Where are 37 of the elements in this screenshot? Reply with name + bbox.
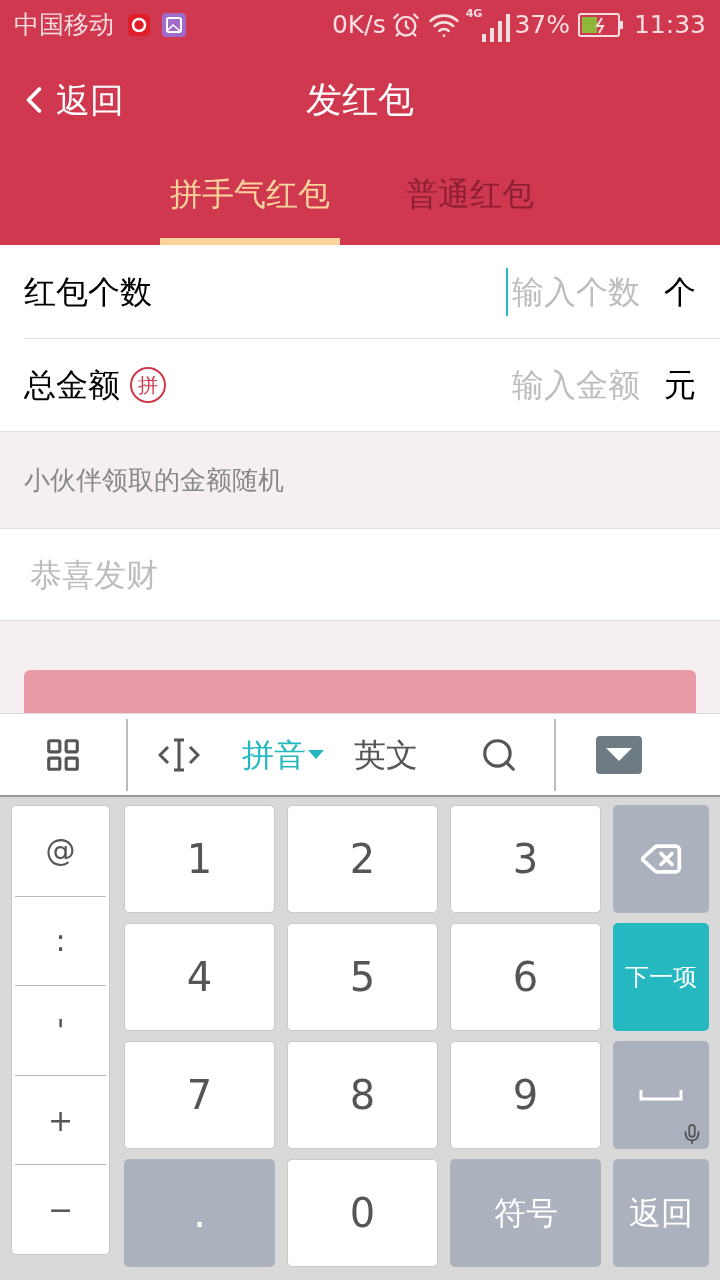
number-key[interactable]: 4 <box>124 923 275 1031</box>
image-icon <box>162 13 186 37</box>
number-key[interactable]: 6 <box>450 923 601 1031</box>
cursor-move-icon[interactable] <box>158 736 200 773</box>
number-key[interactable]: 9 <box>450 1041 601 1149</box>
network-speed: 0K/s <box>331 9 386 42</box>
unit-label: 元 <box>664 365 696 406</box>
hide-keyboard-button[interactable] <box>596 735 642 774</box>
carrier-name: 中国移动 <box>14 9 114 42</box>
number-key[interactable]: 7 <box>124 1041 275 1149</box>
clock-time: 11:33 <box>633 9 706 42</box>
field-label: 红包个数 <box>24 271 152 313</box>
number-key[interactable]: 2 <box>287 805 438 913</box>
space-icon <box>639 1088 683 1102</box>
battery-icon <box>577 13 624 37</box>
signal-icon <box>482 14 511 42</box>
symbol-key[interactable]: @ <box>15 806 106 896</box>
field-label: 总金额 <box>24 365 120 406</box>
random-badge: 拼 <box>130 367 166 403</box>
number-key[interactable]: 3 <box>450 805 601 913</box>
symbol-key[interactable]: ' <box>15 985 106 1075</box>
number-key[interactable]: 8 <box>287 1041 438 1149</box>
symbol-key[interactable]: + <box>15 1074 106 1165</box>
battery-percent: 37% <box>514 9 570 42</box>
back-button[interactable]: 返回 <box>0 74 124 126</box>
symbol-key[interactable]: : <box>15 895 106 986</box>
hint-text: 小伙伴领取的金额随机 <box>24 463 284 497</box>
number-key[interactable]: 5 <box>287 923 438 1031</box>
number-key[interactable]: 1 <box>124 805 275 913</box>
network-type: 4G <box>465 8 483 19</box>
number-key[interactable]: 0 <box>287 1159 438 1267</box>
input-mode-tab[interactable]: 英文 <box>354 730 418 779</box>
unit-label: 个 <box>664 271 696 313</box>
page-title: 发红包 <box>306 78 414 122</box>
app-notification-icon <box>126 12 152 38</box>
symbol-key[interactable]: − <box>15 1164 106 1254</box>
alarm-icon <box>391 11 420 39</box>
